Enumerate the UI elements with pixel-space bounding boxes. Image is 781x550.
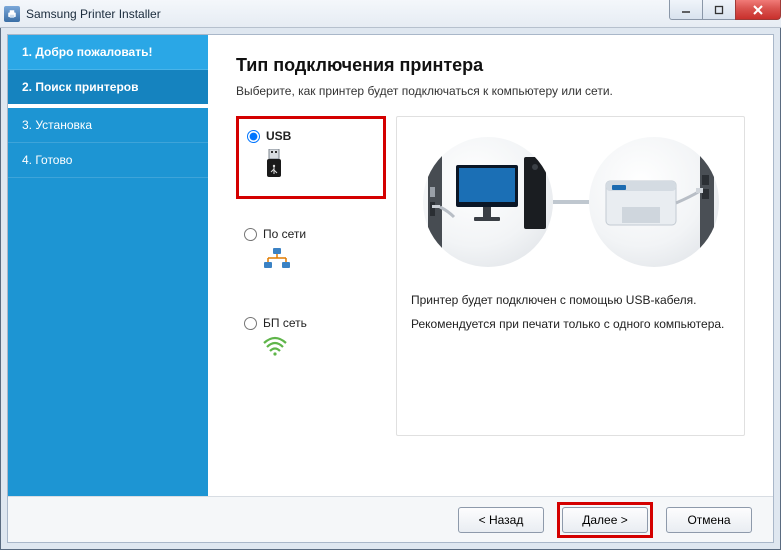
option-wireless[interactable]: БП сеть: [236, 306, 386, 373]
usb-illustration: [411, 137, 730, 267]
sidebar-step-welcome: 1. Добро пожаловать!: [8, 35, 208, 70]
network-icon: [262, 247, 378, 274]
option-usb[interactable]: USB: [236, 116, 386, 199]
usb-icon: [265, 149, 375, 182]
wizard-footer: < Назад Далее > Отмена: [8, 496, 773, 542]
illustration-computer: [423, 137, 553, 267]
wizard-sidebar: 1. Добро пожаловать! 2. Поиск принтеров …: [8, 35, 208, 496]
option-network-label: По сети: [263, 227, 306, 241]
back-button[interactable]: < Назад: [458, 507, 544, 533]
cancel-button[interactable]: Отмена: [666, 507, 752, 533]
option-wireless-label: БП сеть: [263, 316, 307, 330]
app-icon: [4, 6, 20, 22]
info-line-1: Принтер будет подключен с помощью USB-ка…: [411, 293, 730, 307]
next-button[interactable]: Далее >: [562, 507, 648, 533]
wizard-content: Тип подключения принтера Выберите, как п…: [208, 35, 773, 496]
connection-options: USB: [236, 116, 386, 436]
connection-preview: Принтер будет подключен с помощью USB-ка…: [396, 116, 745, 436]
window-body: 1. Добро пожаловать! 2. Поиск принтеров …: [7, 34, 774, 543]
option-usb-radio[interactable]: [247, 130, 260, 143]
window-minimize-button[interactable]: [669, 0, 703, 20]
window-chrome: 1. Добро пожаловать! 2. Поиск принтеров …: [0, 28, 781, 550]
page-subtitle: Выберите, как принтер будет подключаться…: [236, 84, 745, 98]
sidebar-step-search: 2. Поиск принтеров: [8, 70, 208, 108]
sidebar-step-done: 4. Готово: [8, 143, 208, 178]
option-wireless-radio[interactable]: [244, 317, 257, 330]
option-network[interactable]: По сети: [236, 217, 386, 288]
illustration-cable: [553, 200, 589, 204]
illustration-printer: [589, 137, 719, 267]
window-maximize-button[interactable]: [702, 0, 736, 20]
sidebar-step-install: 3. Установка: [8, 108, 208, 143]
window-titlebar: Samsung Printer Installer: [0, 0, 781, 28]
page-title: Тип подключения принтера: [236, 55, 745, 76]
option-usb-label: USB: [266, 129, 291, 143]
wifi-icon: [262, 336, 378, 359]
option-network-radio[interactable]: [244, 228, 257, 241]
info-line-2: Рекомендуется при печати только с одного…: [411, 317, 730, 331]
window-close-button[interactable]: [735, 0, 781, 20]
window-title: Samsung Printer Installer: [26, 7, 161, 21]
